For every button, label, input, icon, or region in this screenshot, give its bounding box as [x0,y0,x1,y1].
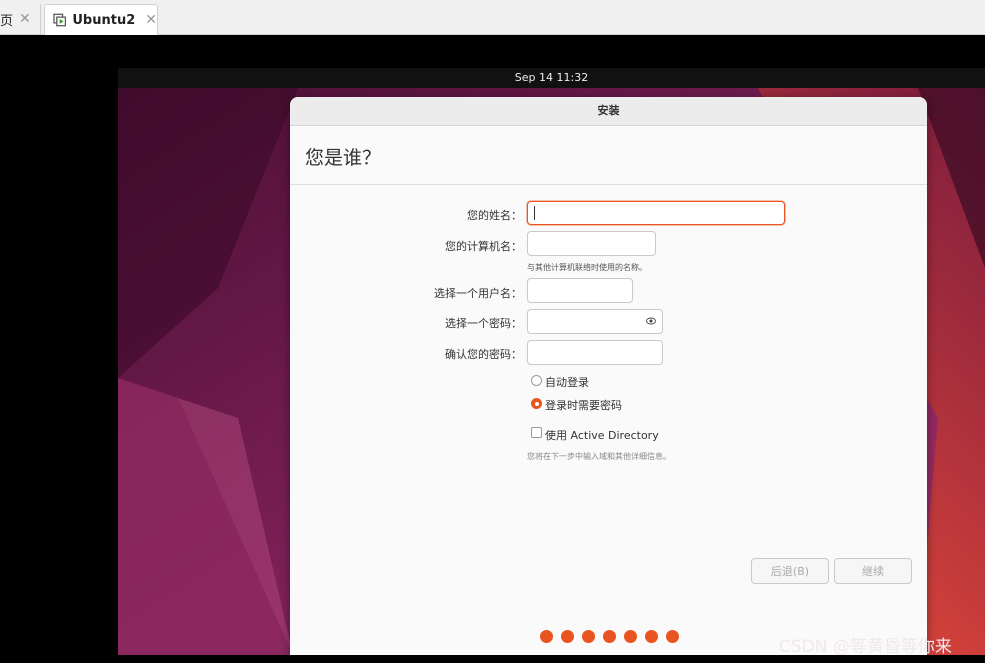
computer-name-label: 您的计算机名： [445,240,522,253]
auto-login-label[interactable]: 自动登录 [545,374,589,390]
host-tab-ubuntu2[interactable]: Ubuntu2 ✕ [44,4,158,35]
password-label: 选择一个密码： [445,317,522,330]
page-title: 您是谁？ [305,147,382,169]
tab-label: 页 [0,13,14,29]
host-tab-bar: 页 ✕ Ubuntu2 ✕ [0,0,985,35]
continue-button[interactable]: 继续 [834,558,912,584]
name-label: 您的姓名： [467,209,522,222]
text-caret [534,206,535,220]
tab-label: Ubuntu2 [72,12,136,28]
show-password-eye-icon[interactable] [646,316,656,326]
computer-name-field[interactable] [527,231,656,256]
computer-name-hint: 与其他计算机联络时使用的名称。 [527,263,647,272]
window-title: 安装 [597,104,620,117]
active-directory-hint: 您将在下一步中输入域和其他详细信息。 [527,452,671,461]
progress-dot [666,630,679,643]
progress-dot [582,630,595,643]
progress-dot [645,630,658,643]
window-titlebar[interactable]: 安装 [290,97,927,126]
name-field[interactable] [527,201,785,225]
auto-login-radio[interactable] [531,375,542,386]
password-field[interactable] [527,309,663,334]
divider [290,184,927,185]
back-button[interactable]: 后退(B) [751,558,829,584]
vm-display[interactable]: Sep 14 11:32 安装 您是谁？ 您的姓名： 您的计算机名： 与其他计算… [118,68,985,655]
installer-window: 安装 您是谁？ 您的姓名： 您的计算机名： 与其他计算机联络时使用的名称。 选择… [290,97,927,655]
progress-dot [603,630,616,643]
username-label: 选择一个用户名： [434,287,522,300]
progress-dot [561,630,574,643]
progress-dots [540,630,679,643]
clock[interactable]: Sep 14 11:32 [515,71,588,84]
close-icon[interactable]: ✕ [19,11,31,27]
require-password-radio[interactable] [531,398,542,409]
close-icon[interactable]: ✕ [145,12,157,28]
host-tab-previous[interactable]: 页 ✕ [0,4,41,34]
virtual-machine-icon [53,13,67,27]
username-field[interactable] [527,278,633,303]
watermark: CSDN @等黄昏等你来 [779,637,952,657]
progress-dot [624,630,637,643]
confirm-password-field[interactable] [527,340,663,365]
progress-dot [540,630,553,643]
confirm-password-label: 确认您的密码： [445,348,522,361]
require-password-label[interactable]: 登录时需要密码 [545,397,622,413]
active-directory-checkbox[interactable] [531,427,542,438]
gnome-top-bar: Sep 14 11:32 [118,68,985,88]
active-directory-label[interactable]: 使用 Active Directory [545,427,659,443]
